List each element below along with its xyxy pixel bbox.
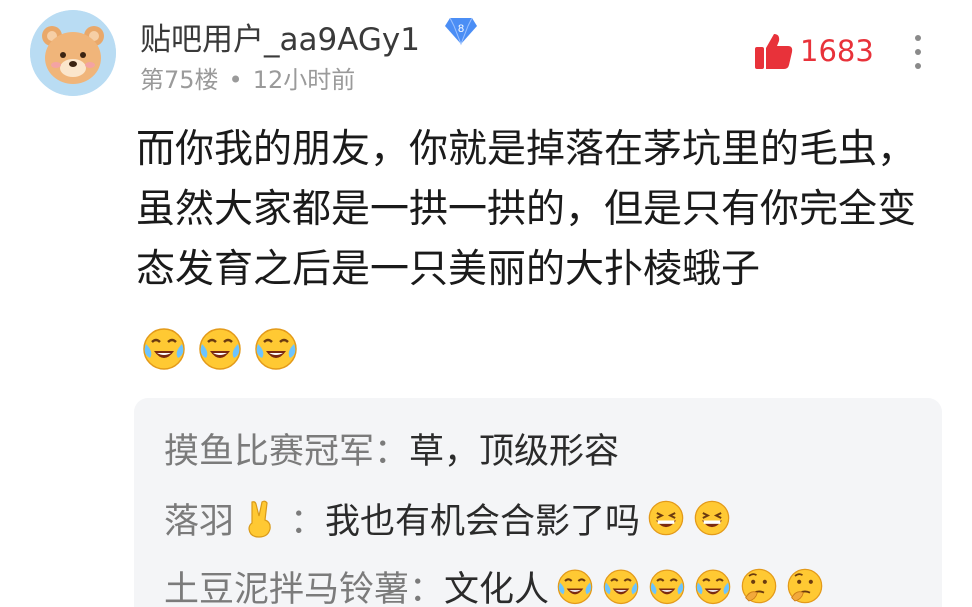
grinning-emoji-icon xyxy=(692,498,732,538)
separator-dot: • xyxy=(228,66,243,94)
reply-author[interactable]: 摸鱼比赛冠军 xyxy=(164,423,374,474)
more-vertical-icon xyxy=(915,35,921,69)
crying-laugh-emoji-icon xyxy=(140,324,188,372)
reply-text: 我也有机会合影了吗 xyxy=(325,501,641,542)
floor-number: 第75楼 xyxy=(140,66,219,94)
reply-list: 摸鱼比赛冠军：草，顶级形容 落羽 ：我也有机会合影了吗 土豆泥拌马铃薯：文化人 xyxy=(134,398,942,607)
floor-info: 第75楼 • 12小时前 xyxy=(140,60,355,95)
reply-colon: ： xyxy=(290,501,326,542)
reply-colon: ： xyxy=(409,569,445,607)
bear-avatar-icon xyxy=(30,10,116,96)
thinking-emoji-icon xyxy=(739,566,779,606)
crying-laugh-emoji-icon xyxy=(693,566,733,606)
more-options-button[interactable] xyxy=(906,30,930,74)
victory-hand-emoji-icon xyxy=(248,500,271,538)
post-time: 12小时前 xyxy=(252,66,356,94)
avatar[interactable] xyxy=(30,10,116,96)
level-number: 8 xyxy=(458,23,464,35)
post-emoji-row xyxy=(140,324,300,374)
grinning-emoji-icon xyxy=(646,498,686,538)
thinking-emoji-icon xyxy=(785,566,825,606)
username[interactable]: 贴吧用户_aa9AGy1 xyxy=(140,14,420,59)
reply-colon: ： xyxy=(374,431,410,472)
crying-laugh-emoji-icon xyxy=(252,324,300,372)
like-count: 1683 xyxy=(800,34,874,68)
crying-laugh-emoji-icon xyxy=(601,566,641,606)
diamond-level-icon: 8 xyxy=(445,17,477,46)
level-badge: 8 xyxy=(444,16,478,46)
reply-author[interactable]: 土豆泥拌马铃薯 xyxy=(164,561,409,607)
crying-laugh-emoji-icon xyxy=(647,566,687,606)
reply-text: 文化人 xyxy=(444,569,550,607)
crying-laugh-emoji-icon xyxy=(555,566,595,606)
post-content: 而你我的朋友，你就是掉落在茅坑里的毛虫，虽然大家都是一拱一拱的，但是只有你完全变… xyxy=(136,127,917,292)
reply-author[interactable]: 落羽 xyxy=(164,493,234,544)
crying-laugh-emoji-icon xyxy=(196,324,244,372)
like-button[interactable]: 1683 xyxy=(752,26,874,76)
reply-item[interactable]: 落羽 ：我也有机会合影了吗 xyxy=(164,488,732,548)
reply-text: 草，顶级形容 xyxy=(409,431,620,472)
thumbs-up-icon xyxy=(755,34,793,69)
reply-item[interactable]: 土豆泥拌马铃薯：文化人 xyxy=(164,556,825,607)
reply-item[interactable]: 摸鱼比赛冠军：草，顶级形容 xyxy=(164,418,619,478)
